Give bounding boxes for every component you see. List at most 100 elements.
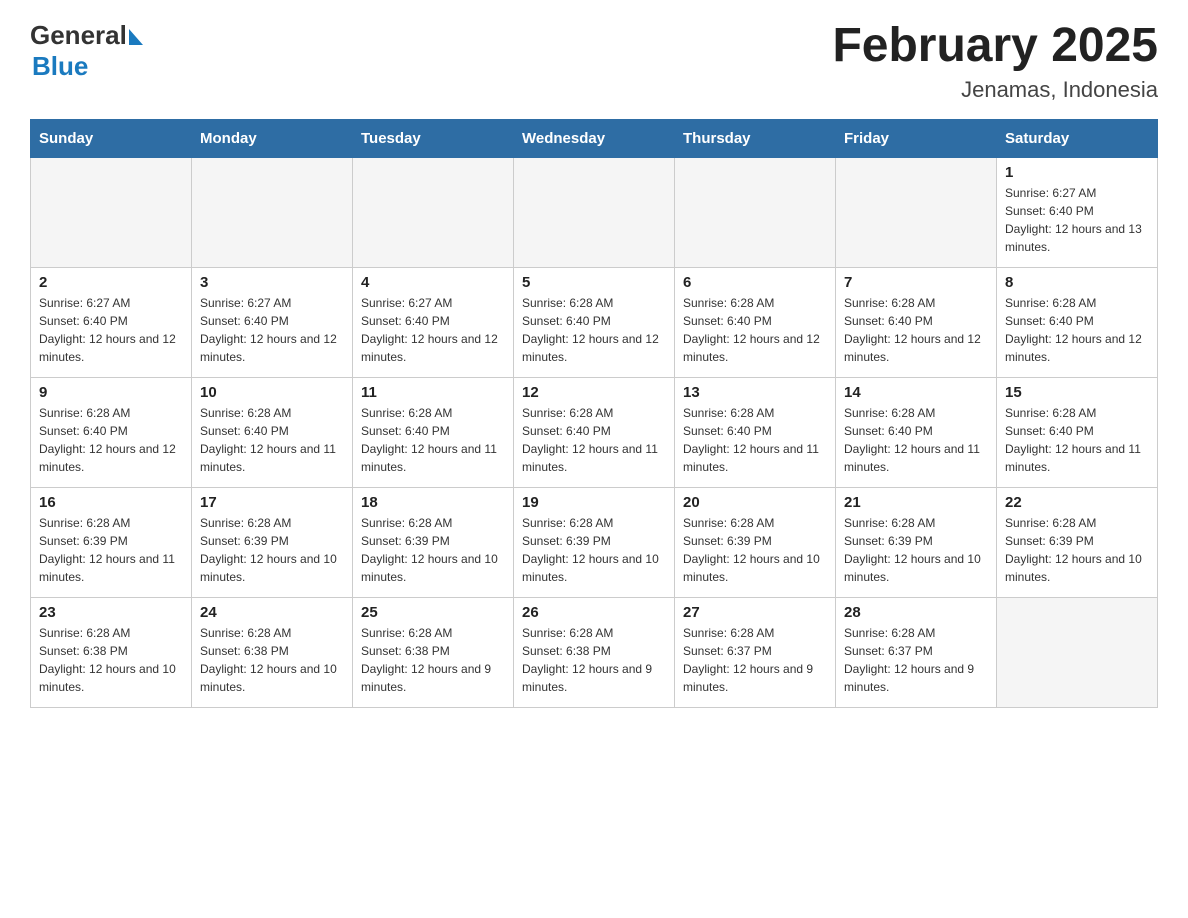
day-number: 8 [1005,274,1149,291]
calendar-day-cell: 12 Sunrise: 6:28 AM Sunset: 6:40 PM Dayli… [514,377,675,487]
calendar-table: Sunday Monday Tuesday Wednesday Thursday… [30,119,1158,708]
calendar-day-cell: 21 Sunrise: 6:28 AM Sunset: 6:39 PM Dayli… [836,487,997,597]
header-monday: Monday [192,119,353,157]
calendar-day-cell: 19Sunrise: 6:28 AM Sunset: 6:39 PM Dayli… [514,487,675,597]
day-info: Sunrise: 6:27 AM Sunset: 6:40 PM Dayligh… [39,294,183,366]
day-info: Sunrise: 6:28 AM Sunset: 6:37 PM Dayligh… [844,624,988,696]
day-info: Sunrise: 6:28 AM Sunset: 6:40 PM Dayligh… [200,404,344,476]
calendar-week-row: 23 Sunrise: 6:28 AM Sunset: 6:38 PM Dayli… [31,597,1158,707]
day-info: Sunrise: 6:28 AM Sunset: 6:40 PM Dayligh… [522,294,666,366]
calendar-location: Jenamas, Indonesia [832,77,1158,103]
calendar-week-row: 1 Sunrise: 6:27 AM Sunset: 6:40 PM Daylig… [31,157,1158,267]
calendar-day-cell: 11 Sunrise: 6:28 AM Sunset: 6:40 PM Dayli… [353,377,514,487]
day-number: 11 [361,384,505,401]
calendar-day-cell: 2Sunrise: 6:27 AM Sunset: 6:40 PM Daylig… [31,267,192,377]
day-info: Sunrise: 6:28 AM Sunset: 6:40 PM Dayligh… [39,404,183,476]
day-number: 28 [844,604,988,621]
day-number: 1 [1005,164,1149,181]
day-info: Sunrise: 6:28 AM Sunset: 6:38 PM Dayligh… [39,624,183,696]
calendar-day-cell: 25 Sunrise: 6:28 AM Sunset: 6:38 PM Dayli… [353,597,514,707]
day-info: Sunrise: 6:27 AM Sunset: 6:40 PM Dayligh… [361,294,505,366]
day-number: 7 [844,274,988,291]
day-number: 22 [1005,494,1149,511]
calendar-month-year: February 2025 [832,20,1158,73]
day-number: 20 [683,494,827,511]
day-number: 12 [522,384,666,401]
calendar-title-block: February 2025 Jenamas, Indonesia [832,20,1158,103]
day-info: Sunrise: 6:28 AM Sunset: 6:39 PM Dayligh… [844,514,988,586]
calendar-day-cell: 1 Sunrise: 6:27 AM Sunset: 6:40 PM Daylig… [997,157,1158,267]
day-number: 17 [200,494,344,511]
calendar-day-cell: 8 Sunrise: 6:28 AM Sunset: 6:40 PM Daylig… [997,267,1158,377]
calendar-day-cell: 17 Sunrise: 6:28 AM Sunset: 6:39 PM Dayli… [192,487,353,597]
header-thursday: Thursday [675,119,836,157]
calendar-day-cell [192,157,353,267]
day-info: Sunrise: 6:28 AM Sunset: 6:38 PM Dayligh… [361,624,505,696]
day-info: Sunrise: 6:28 AM Sunset: 6:40 PM Dayligh… [1005,294,1149,366]
day-number: 23 [39,604,183,621]
calendar-day-cell: 9 Sunrise: 6:28 AM Sunset: 6:40 PM Daylig… [31,377,192,487]
calendar-day-cell: 3Sunrise: 6:27 AM Sunset: 6:40 PM Daylig… [192,267,353,377]
calendar-header: Sunday Monday Tuesday Wednesday Thursday… [31,119,1158,157]
day-info: Sunrise: 6:28 AM Sunset: 6:40 PM Dayligh… [844,404,988,476]
page-header: General Blue February 2025 Jenamas, Indo… [30,20,1158,103]
header-wednesday: Wednesday [514,119,675,157]
calendar-day-cell: 5 Sunrise: 6:28 AM Sunset: 6:40 PM Daylig… [514,267,675,377]
calendar-body: 1 Sunrise: 6:27 AM Sunset: 6:40 PM Daylig… [31,157,1158,707]
calendar-day-cell: 7 Sunrise: 6:28 AM Sunset: 6:40 PM Daylig… [836,267,997,377]
header-saturday: Saturday [997,119,1158,157]
weekday-header-row: Sunday Monday Tuesday Wednesday Thursday… [31,119,1158,157]
calendar-day-cell: 26 Sunrise: 6:28 AM Sunset: 6:38 PM Dayli… [514,597,675,707]
day-info: Sunrise: 6:28 AM Sunset: 6:40 PM Dayligh… [844,294,988,366]
day-number: 13 [683,384,827,401]
calendar-week-row: 2Sunrise: 6:27 AM Sunset: 6:40 PM Daylig… [31,267,1158,377]
day-info: Sunrise: 6:28 AM Sunset: 6:40 PM Dayligh… [361,404,505,476]
calendar-day-cell: 23 Sunrise: 6:28 AM Sunset: 6:38 PM Dayli… [31,597,192,707]
header-sunday: Sunday [31,119,192,157]
calendar-day-cell: 24Sunrise: 6:28 AM Sunset: 6:38 PM Dayli… [192,597,353,707]
calendar-day-cell [675,157,836,267]
day-info: Sunrise: 6:27 AM Sunset: 6:40 PM Dayligh… [1005,184,1149,256]
calendar-day-cell: 16 Sunrise: 6:28 AM Sunset: 6:39 PM Dayli… [31,487,192,597]
logo-general-text: General [30,20,127,51]
calendar-day-cell [997,597,1158,707]
day-number: 25 [361,604,505,621]
logo: General Blue [30,20,143,82]
calendar-day-cell: 20 Sunrise: 6:28 AM Sunset: 6:39 PM Dayli… [675,487,836,597]
header-friday: Friday [836,119,997,157]
day-info: Sunrise: 6:28 AM Sunset: 6:40 PM Dayligh… [522,404,666,476]
day-info: Sunrise: 6:28 AM Sunset: 6:39 PM Dayligh… [1005,514,1149,586]
day-info: Sunrise: 6:28 AM Sunset: 6:40 PM Dayligh… [683,294,827,366]
day-number: 4 [361,274,505,291]
calendar-day-cell: 28 Sunrise: 6:28 AM Sunset: 6:37 PM Dayli… [836,597,997,707]
calendar-day-cell: 13 Sunrise: 6:28 AM Sunset: 6:40 PM Dayli… [675,377,836,487]
day-number: 6 [683,274,827,291]
day-number: 5 [522,274,666,291]
day-number: 26 [522,604,666,621]
calendar-day-cell: 10 Sunrise: 6:28 AM Sunset: 6:40 PM Dayli… [192,377,353,487]
calendar-day-cell [31,157,192,267]
day-info: Sunrise: 6:28 AM Sunset: 6:40 PM Dayligh… [683,404,827,476]
calendar-day-cell: 4 Sunrise: 6:27 AM Sunset: 6:40 PM Daylig… [353,267,514,377]
day-info: Sunrise: 6:28 AM Sunset: 6:39 PM Dayligh… [683,514,827,586]
day-info: Sunrise: 6:28 AM Sunset: 6:39 PM Dayligh… [200,514,344,586]
day-number: 24 [200,604,344,621]
day-number: 16 [39,494,183,511]
logo-blue-text: Blue [32,51,88,82]
day-number: 21 [844,494,988,511]
day-number: 14 [844,384,988,401]
calendar-day-cell: 14 Sunrise: 6:28 AM Sunset: 6:40 PM Dayli… [836,377,997,487]
day-info: Sunrise: 6:28 AM Sunset: 6:38 PM Dayligh… [522,624,666,696]
calendar-day-cell [836,157,997,267]
day-info: Sunrise: 6:28 AM Sunset: 6:37 PM Dayligh… [683,624,827,696]
logo-arrow-icon [129,29,143,45]
day-number: 27 [683,604,827,621]
day-info: Sunrise: 6:28 AM Sunset: 6:39 PM Dayligh… [39,514,183,586]
day-number: 9 [39,384,183,401]
calendar-day-cell: 18Sunrise: 6:28 AM Sunset: 6:39 PM Dayli… [353,487,514,597]
day-number: 3 [200,274,344,291]
day-number: 10 [200,384,344,401]
day-info: Sunrise: 6:28 AM Sunset: 6:40 PM Dayligh… [1005,404,1149,476]
header-tuesday: Tuesday [353,119,514,157]
calendar-day-cell: 27 Sunrise: 6:28 AM Sunset: 6:37 PM Dayli… [675,597,836,707]
